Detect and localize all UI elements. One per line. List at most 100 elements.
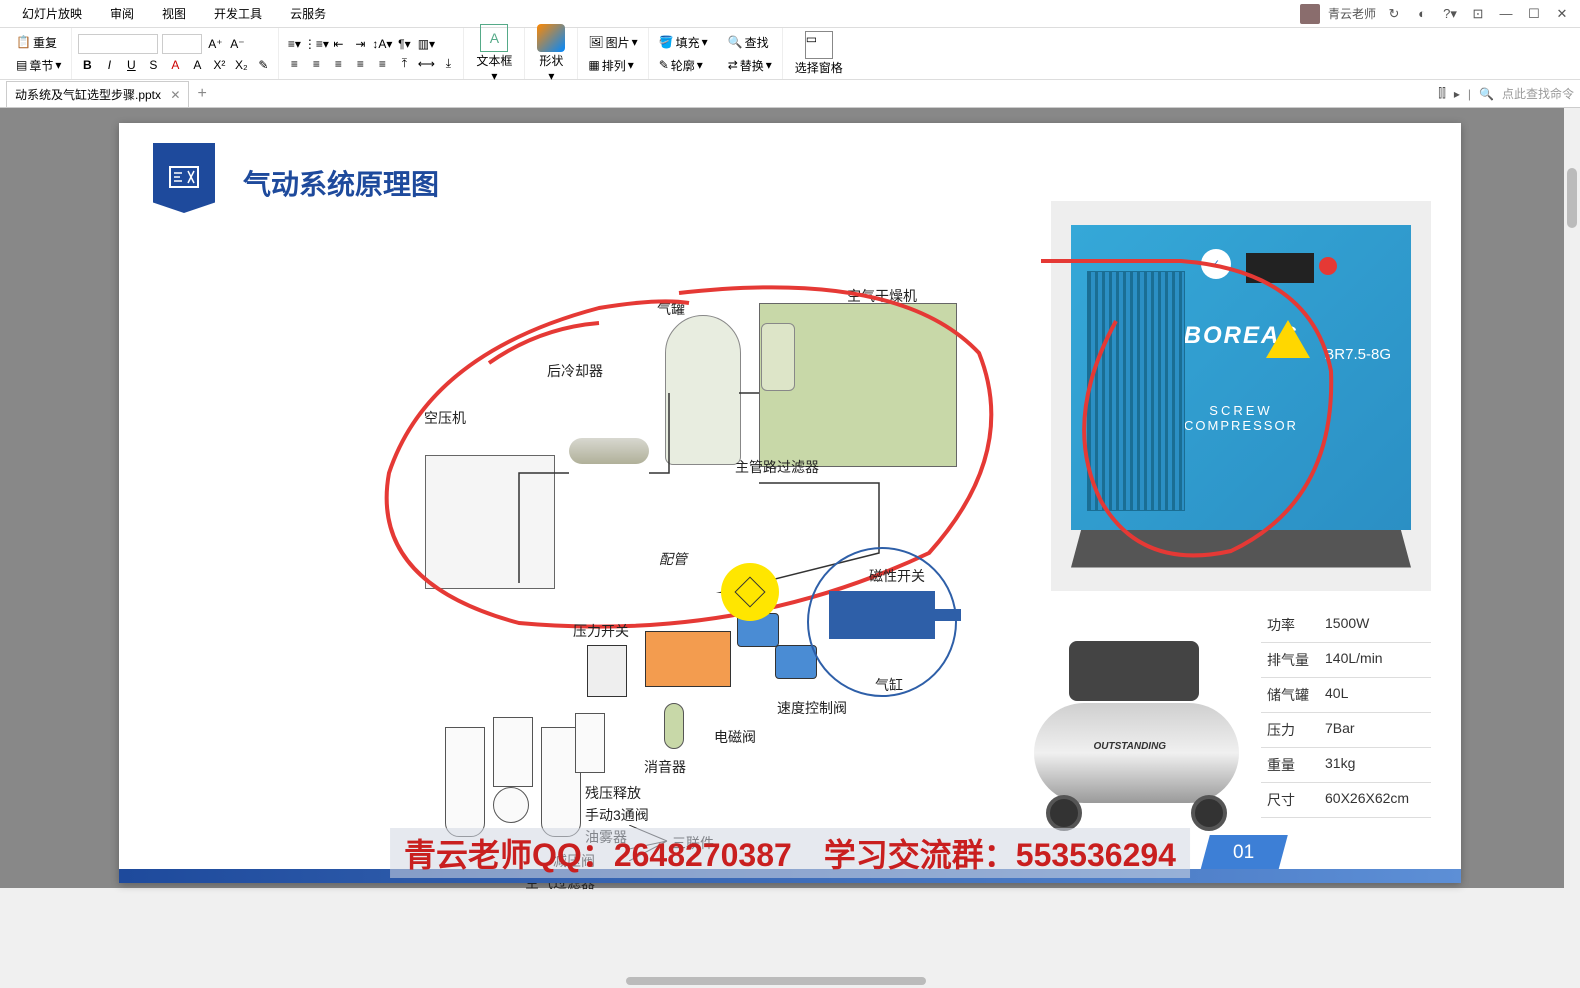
menu-devtools[interactable]: 开发工具 [200,1,276,26]
decrease-font-icon[interactable]: A⁻ [228,35,246,53]
menu-cloud[interactable]: 云服务 [276,1,340,26]
shape-icon [537,24,565,52]
increase-font-icon[interactable]: A⁺ [206,35,224,53]
spec-row: 储气罐40L [1261,678,1431,713]
valign-bot-icon[interactable]: ⤓ [439,55,457,73]
menu-view[interactable]: 视图 [148,1,200,26]
menu-bar: 幻灯片放映 审阅 视图 开发工具 云服务 青云老师 ↻ ◐ ?▾ ⊡ — ☐ ✕ [0,0,1580,28]
label-silencer: 消音器 [644,757,686,777]
label-solenoid: 电磁阀 [714,727,756,747]
chapter-button[interactable]: ▤章节▾ [12,55,65,76]
solenoid-shape [645,631,731,687]
shape-button[interactable]: 形状▾ [531,20,571,87]
align-justify-icon[interactable]: ≡ [351,55,369,73]
pin-icon[interactable]: ⊡ [1468,4,1488,24]
label-pressure-switch: 压力开关 [573,621,629,641]
horizontal-scrollbar[interactable] [0,974,1564,988]
theme-icon[interactable]: ◐ [1412,4,1432,24]
tank-brand: OUTSTANDING [1094,741,1167,752]
outline-button[interactable]: ✎轮廓▾ [655,55,712,76]
label-speed-valve: 速度控制阀 [777,698,847,718]
label-aftercooler: 后冷却器 [547,361,603,381]
editor-area: 气动系统原理图 空压机 后冷却器 气罐 空气干燥机 主管路过滤器 配管 [0,108,1580,888]
clear-format-icon[interactable]: ✎ [254,56,272,74]
align-right-icon[interactable]: ≡ [329,55,347,73]
help-icon[interactable]: ?▾ [1440,4,1460,24]
vertical-scrollbar[interactable] [1564,108,1580,974]
spec-row: 重量31kg [1261,748,1431,783]
replace-icon: ⇄ [728,58,738,72]
indent-dec-icon[interactable]: ⇤ [329,35,347,53]
tab-close-icon[interactable]: ✕ [170,88,180,102]
piston-compressor-image: OUTSTANDING [1011,603,1261,833]
compressor-model: BR7.5-8G [1324,346,1391,363]
underline-icon[interactable]: U [122,56,140,74]
text-dir-icon[interactable]: ¶▾ [395,35,413,53]
picture-button[interactable]: 🖼图片▾ [584,32,641,53]
pneumatic-diagram: 空压机 后冷却器 气罐 空气干燥机 主管路过滤器 配管 [139,193,1029,883]
slide-canvas[interactable]: 气动系统原理图 空压机 后冷却器 气罐 空气干燥机 主管路过滤器 配管 [119,123,1461,883]
label-magnetic-switch: 磁性开关 [869,566,925,586]
replace-button[interactable]: ⇄替换▾ [724,55,776,76]
label-residual: 残压释放 [585,783,641,803]
pen-cursor-icon [734,576,765,607]
manual-valve-shape [575,713,605,773]
outline-icon: ✎ [659,58,669,72]
spec-row: 压力7Bar [1261,713,1431,748]
user-avatar[interactable] [1300,4,1320,24]
page-number: 01 [1200,835,1288,871]
font-color-icon[interactable]: A [166,56,184,74]
columns-icon[interactable]: ▥▾ [417,35,435,53]
refresh-icon[interactable]: ↻ [1384,4,1404,24]
bold-icon[interactable]: B [78,56,96,74]
main-filter-shape [761,323,795,391]
spec-row: 尺寸60X26X62cm [1261,783,1431,818]
copy-icon: 📋 [16,35,31,49]
textbox-button[interactable]: A文本框▾ [470,20,518,87]
menu-review[interactable]: 审阅 [96,1,148,26]
arrange-button[interactable]: ▦排列▾ [584,55,641,76]
valign-top-icon[interactable]: ⤒ [395,55,413,73]
font-family-select[interactable] [78,34,158,54]
italic-icon[interactable]: I [100,56,118,74]
select-pane-button[interactable]: ▭选择窗格 [789,27,849,80]
close-icon[interactable]: ✕ [1552,4,1572,24]
warning-triangle-icon [1266,320,1310,358]
numbering-icon[interactable]: ⋮≡▾ [307,35,325,53]
align-left-icon[interactable]: ≡ [285,55,303,73]
label-manual-valve: 手动3通阀 [585,805,649,825]
reading-mode-icon[interactable]: ⫿⫿ [1438,86,1446,101]
minimize-icon[interactable]: — [1496,4,1516,24]
screw-compressor-image: ✓ BOREAS BR7.5-8G SCREW COMPRESSOR [1051,201,1431,591]
air-tank-shape [665,315,741,465]
fill-button[interactable]: 🪣填充▾ [655,32,712,53]
user-name: 青云老师 [1328,5,1376,22]
fill-icon: 🪣 [659,35,674,49]
subscript-icon[interactable]: X₂ [232,56,250,74]
align-center-icon[interactable]: ≡ [307,55,325,73]
align-dist-icon[interactable]: ≡ [373,55,391,73]
bullets-icon[interactable]: ≡▾ [285,35,303,53]
speed-valve2-shape [775,645,817,679]
scroll-thumb[interactable] [626,977,926,985]
cylinder-rod-shape [935,609,961,621]
strike-icon[interactable]: S [144,56,162,74]
search-placeholder[interactable]: 点此查找命令 [1502,85,1574,102]
file-tab[interactable]: 动系统及气缸选型步骤.pptx ✕ [6,81,189,107]
valign-mid-icon[interactable]: ⟷ [417,55,435,73]
indent-inc-icon[interactable]: ⇥ [351,35,369,53]
menu-slideshow[interactable]: 幻灯片放映 [8,1,96,26]
label-air-compressor: 空压机 [424,408,466,428]
find-button[interactable]: 🔍查找 [724,32,776,53]
copy-button[interactable]: 📋重复 [12,32,65,53]
spec-table: 功率1500W 排气量140L/min 储气罐40L 压力7Bar 重量31kg… [1261,608,1431,818]
nav-icon[interactable]: ▸ [1454,87,1460,101]
tab-add-icon[interactable]: + [197,85,206,103]
arrange-icon: ▦ [588,58,599,72]
maximize-icon[interactable]: ☐ [1524,4,1544,24]
line-spacing-icon[interactable]: ↕A▾ [373,35,391,53]
scroll-thumb[interactable] [1567,168,1577,228]
superscript-icon[interactable]: X² [210,56,228,74]
font-size-select[interactable] [162,34,202,54]
highlight-icon[interactable]: A [188,56,206,74]
